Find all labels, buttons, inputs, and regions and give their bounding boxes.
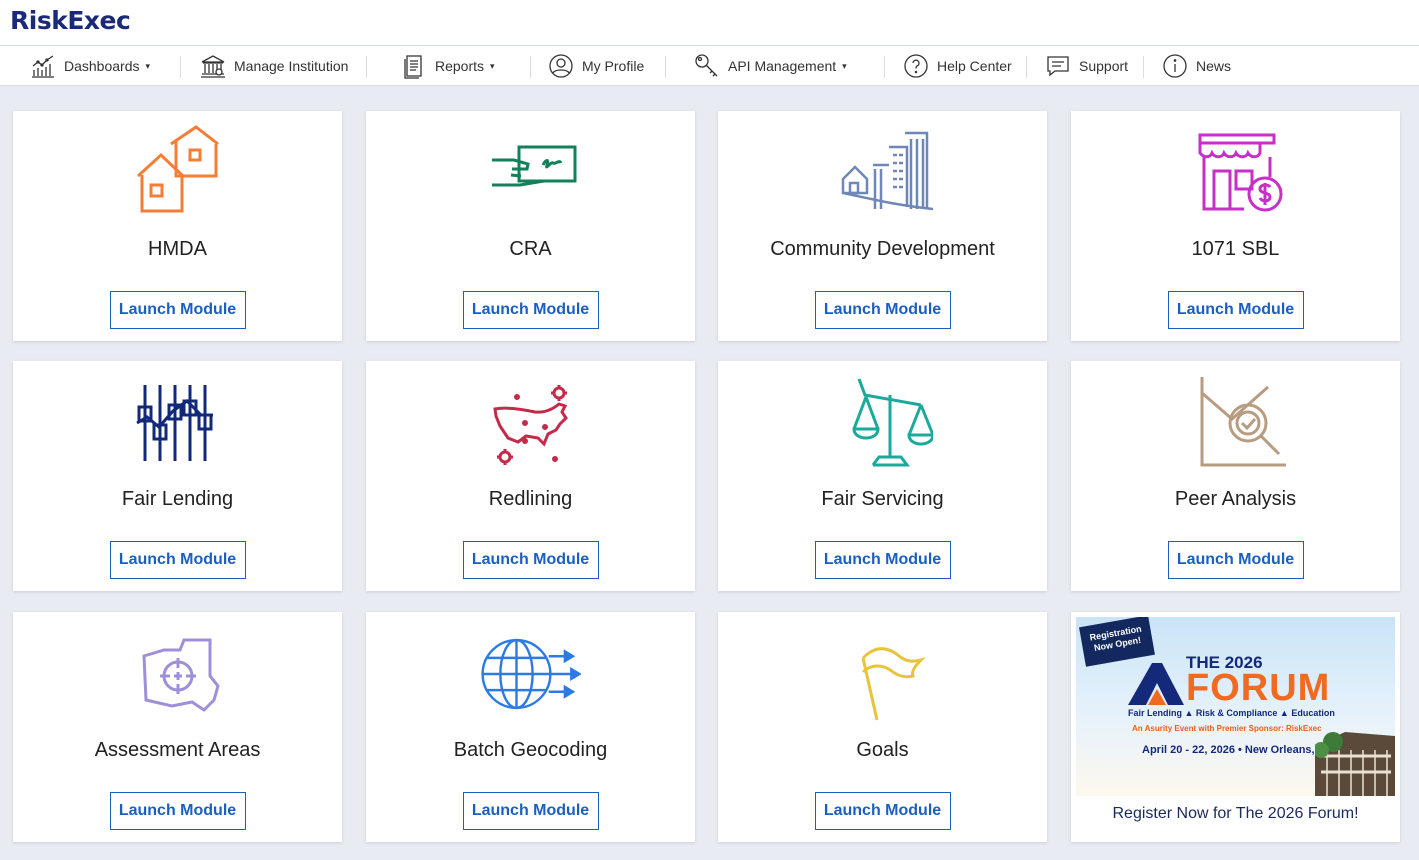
module-card-redlining: Redlining Launch Module <box>366 361 695 591</box>
forum-date: April 20 - 22, 2026 • New Orleans, LA <box>1142 744 1333 756</box>
launch-module-button[interactable]: Launch Module <box>462 291 599 329</box>
question-icon <box>904 54 928 78</box>
launch-module-button[interactable]: Launch Module <box>462 541 599 579</box>
nav-divider <box>366 56 367 78</box>
module-card-hmda: HMDA Launch Module <box>13 111 342 341</box>
forum-promo-caption[interactable]: Register Now for The 2026 Forum! <box>1071 805 1400 823</box>
nav-news[interactable]: News <box>1162 46 1231 86</box>
module-title: Assessment Areas <box>94 739 261 761</box>
nav-support-label: Support <box>1079 58 1129 74</box>
forum-logo-icon <box>1128 663 1184 705</box>
module-card-peer-analysis: Peer Analysis Launch Module <box>1071 361 1400 591</box>
nav-divider <box>884 56 885 78</box>
module-title: Community Development <box>770 238 995 260</box>
nav-dashboards-label: Dashboards <box>64 58 140 74</box>
bank-icon <box>201 55 225 78</box>
module-title: Redlining <box>488 488 573 510</box>
nav-dashboards[interactable]: Dashboards ▾ <box>30 46 150 86</box>
check-hand-icon <box>491 145 576 187</box>
module-card-1071-sbl: 1071 SBL Launch Module <box>1071 111 1400 341</box>
riskexec-logo[interactable]: RiskExec <box>10 6 131 35</box>
forum-banner-image[interactable]: Registration Now Open! THE 2026 FORUM Fa… <box>1076 617 1395 796</box>
launch-module-button[interactable]: Launch Module <box>814 792 951 830</box>
us-map-icon <box>492 385 568 465</box>
chevron-down-icon: ▾ <box>842 60 847 71</box>
info-icon <box>1163 54 1187 78</box>
module-title: HMDA <box>148 238 207 260</box>
nav-support[interactable]: Support <box>1045 46 1128 86</box>
module-title: Peer Analysis <box>1174 488 1297 510</box>
launch-module-button[interactable]: Launch Module <box>109 792 246 830</box>
chevron-down-icon: ▾ <box>490 60 495 71</box>
nav-api-management-label: API Management <box>728 58 837 74</box>
module-title: Goals <box>856 739 909 761</box>
chevron-down-icon: ▾ <box>145 60 151 71</box>
sliders-icon <box>135 385 213 461</box>
globe-arrows-icon <box>480 638 581 710</box>
nav-divider <box>180 56 181 78</box>
nav-divider <box>530 56 531 78</box>
nav-help-center[interactable]: Help Center <box>903 46 1012 86</box>
flag-icon <box>861 647 926 721</box>
module-title: Fair Lending <box>121 488 234 510</box>
module-card-fair-lending: Fair Lending Launch Module <box>13 361 342 591</box>
module-title: Fair Servicing <box>821 488 944 510</box>
nav-divider <box>665 56 666 78</box>
nav-news-label: News <box>1196 58 1232 74</box>
module-card-goals: Goals Launch Module <box>718 612 1047 842</box>
forum-sponsor: An Asurity Event with Premier Sponsor: R… <box>1132 724 1322 733</box>
launch-module-button[interactable]: Launch Module <box>1167 291 1304 329</box>
buildings-icon <box>841 131 933 211</box>
nav-divider <box>1026 56 1027 78</box>
forum-promo-card[interactable]: Registration Now Open! THE 2026 FORUM Fa… <box>1071 612 1400 842</box>
user-icon <box>549 54 573 78</box>
module-card-community-development: Community Development Launch Module <box>718 111 1047 341</box>
nav-reports[interactable]: Reports ▾ <box>401 46 495 86</box>
launch-module-button[interactable]: Launch Module <box>814 541 951 579</box>
module-title: Batch Geocoding <box>453 739 608 761</box>
magnifier-chart-icon <box>1200 377 1286 467</box>
document-icon <box>404 55 422 79</box>
key-icon <box>695 54 718 77</box>
nav-help-center-label: Help Center <box>937 58 1012 74</box>
launch-module-button[interactable]: Launch Module <box>109 541 246 579</box>
nav-manage-institution-label: Manage Institution <box>234 58 349 74</box>
launch-module-button[interactable]: Launch Module <box>1167 541 1304 579</box>
nav-reports-label: Reports <box>435 58 485 74</box>
main-nav: Dashboards ▾ Manage Institution Reports … <box>0 46 1419 86</box>
module-title: 1071 SBL <box>1191 238 1280 260</box>
map-target-icon <box>141 638 220 712</box>
nav-manage-institution[interactable]: Manage Institution <box>200 46 348 86</box>
module-title: CRA <box>509 238 552 260</box>
storefront-dollar-icon <box>1198 133 1282 212</box>
bar-chart-icon <box>32 55 54 78</box>
module-card-fair-servicing: Fair Servicing Launch Module <box>718 361 1047 591</box>
nav-my-profile-label: My Profile <box>582 58 645 74</box>
launch-module-button[interactable]: Launch Module <box>109 291 246 329</box>
building-illustration <box>1315 732 1395 796</box>
module-card-cra: CRA Launch Module <box>366 111 695 341</box>
houses-icon <box>136 125 219 213</box>
scales-icon <box>851 378 933 467</box>
forum-title: FORUM <box>1186 667 1331 709</box>
module-card-assessment-areas: Assessment Areas Launch Module <box>13 612 342 842</box>
launch-module-button[interactable]: Launch Module <box>814 291 951 329</box>
app-header: RiskExec Dashboards ▾ Manage Institution… <box>0 0 1419 86</box>
forum-tagline: Fair Lending ▲ Risk & Compliance ▲ Educa… <box>1128 708 1335 718</box>
nav-divider <box>1143 56 1144 78</box>
module-card-batch-geocoding: Batch Geocoding Launch Module <box>366 612 695 842</box>
chat-icon <box>1047 56 1069 77</box>
nav-my-profile[interactable]: My Profile <box>548 46 644 86</box>
nav-api-management[interactable]: API Management ▾ <box>694 46 847 86</box>
launch-module-button[interactable]: Launch Module <box>462 792 599 830</box>
